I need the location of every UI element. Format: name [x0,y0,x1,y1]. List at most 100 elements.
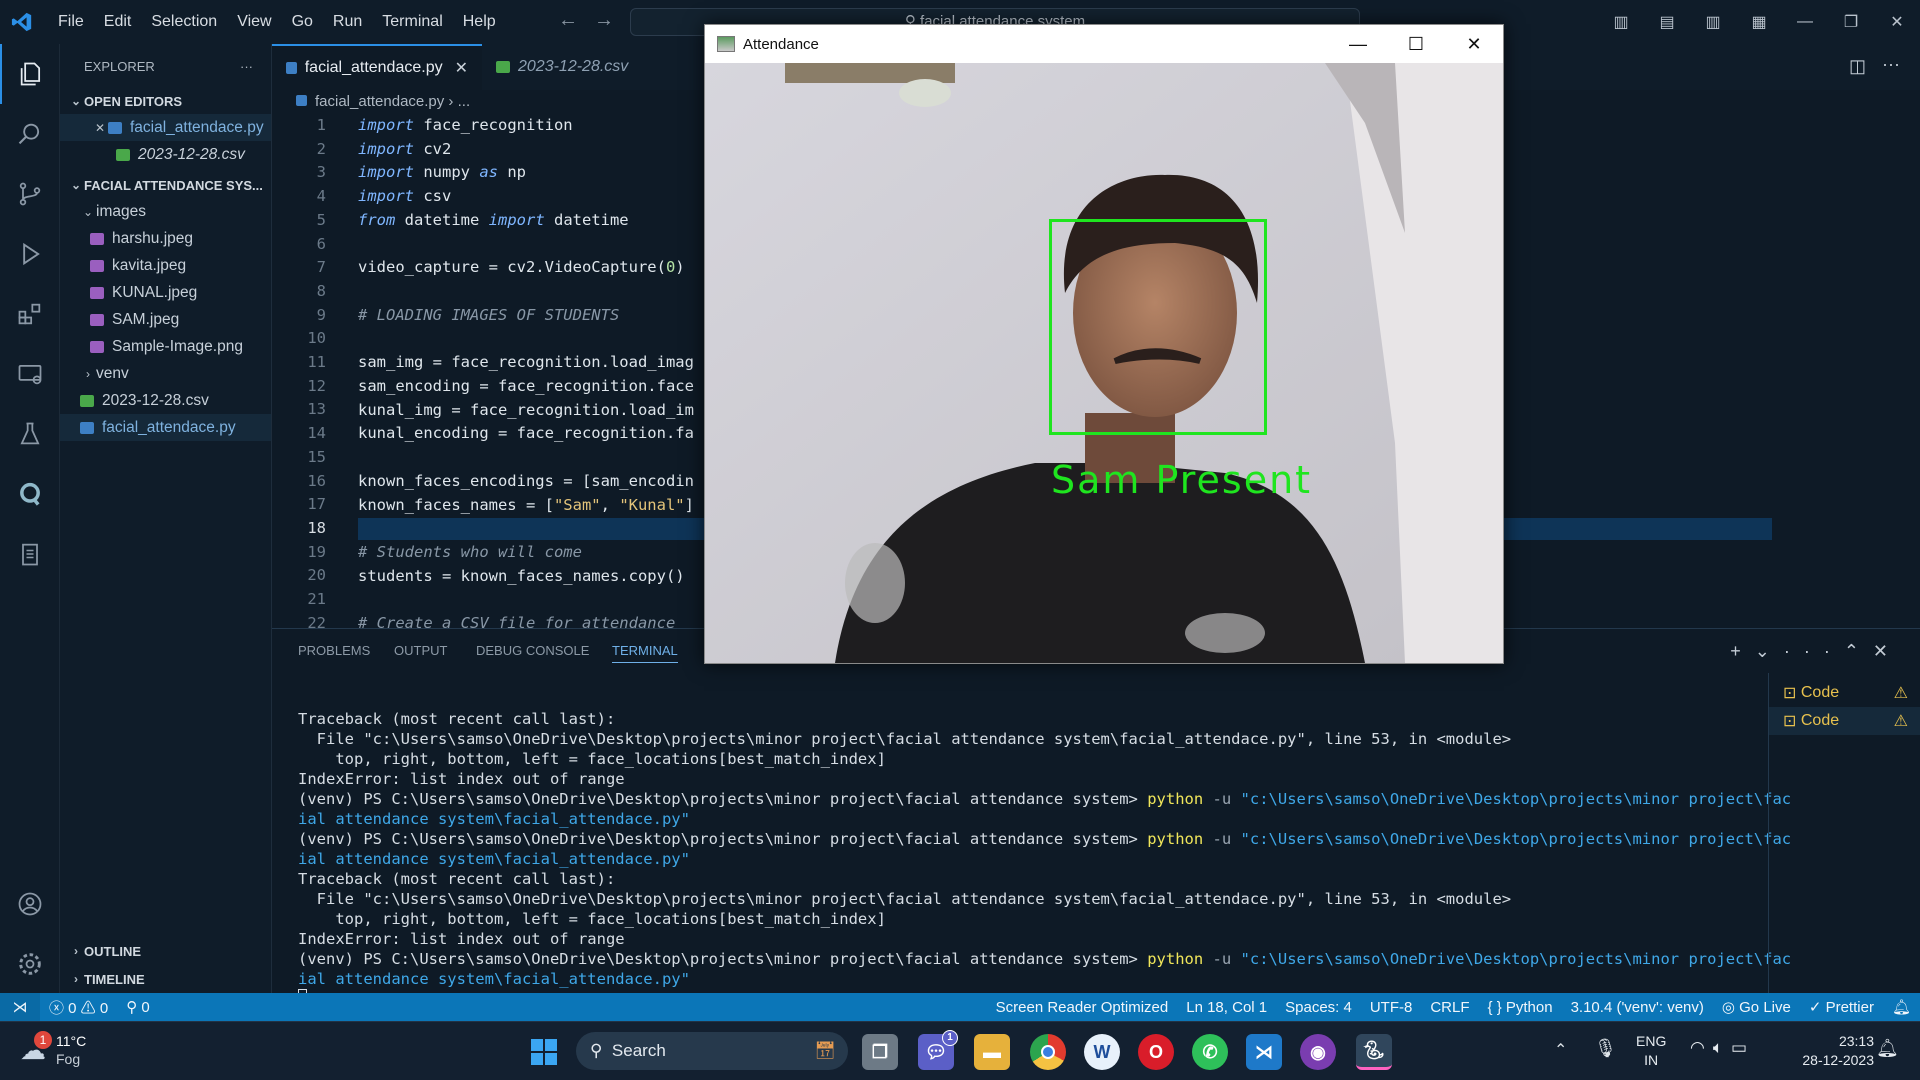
cursor-position[interactable]: Ln 18, Col 1 [1177,999,1276,1016]
attendance-window[interactable]: Attendance — ☐ ✕ Sam Present [704,24,1504,664]
open-editor-item[interactable]: ✕ facial_attendace.py [60,114,271,141]
close-icon[interactable]: ✕ [92,121,108,135]
outline-section[interactable]: › OUTLINE [60,938,141,964]
menu-run[interactable]: Run [333,13,362,31]
interpreter-status[interactable]: 3.10.4 ('venv': venv) [1562,999,1713,1016]
system-tray[interactable]: ◠🔈︎▭ [1690,1038,1755,1058]
whatsapp-icon[interactable]: ✆ [1192,1034,1228,1070]
remote-explorer-icon[interactable] [0,344,60,404]
more-actions-icon[interactable]: ··· [240,59,253,74]
ports-status[interactable]: ⚲ 0 [117,998,159,1016]
testing-icon[interactable] [0,404,60,464]
start-button[interactable] [526,1034,562,1070]
quokka-icon[interactable] [0,464,60,524]
chrome-icon[interactable] [1030,1034,1066,1070]
python-app-icon[interactable]: 🐍︎ [1356,1034,1392,1070]
tab-terminal[interactable]: TERMINAL [612,643,678,663]
minimize-icon[interactable]: — [1782,13,1828,31]
terminal-instance[interactable]: ⊡ Code ⚠ [1769,679,1920,707]
microphone-icon[interactable]: 🎙︎ [1594,1038,1617,1059]
extensions-icon[interactable] [0,284,60,344]
breadcrumb-symbol[interactable]: ... [458,93,471,110]
task-view-icon[interactable]: ❐ [862,1034,898,1070]
tab-debug-console[interactable]: DEBUG CONSOLE [476,643,589,658]
prettier-status[interactable]: ✓ Prettier [1800,998,1883,1016]
menu-go[interactable]: Go [292,13,313,31]
terminal-instance[interactable]: ⊡ Code ⚠ [1769,707,1920,735]
show-hidden-icons-icon[interactable]: ⌃ [1554,1040,1567,1060]
file-explorer-icon[interactable]: ▬ [974,1034,1010,1070]
forward-arrow-icon[interactable]: → [594,9,630,31]
notifications-bell-icon[interactable]: 🔔︎ [1883,998,1920,1016]
project-section[interactable]: ⌄ FACIAL ATTENDANCE SYS... [60,172,271,198]
file-item[interactable]: kavita.jpeg [60,252,271,279]
language-indicator[interactable]: ENG IN [1636,1032,1666,1070]
terminal-prompt-line: (venv) PS C:\Users\samso\OneDrive\Deskto… [298,790,1792,808]
go-live-status[interactable]: ◎ Go Live [1713,998,1800,1016]
close-panel-icon[interactable]: ✕ [1873,641,1902,661]
tab-problems[interactable]: PROBLEMS [298,643,370,658]
settings-gear-icon[interactable] [0,934,60,994]
chevron-down-icon[interactable]: ⌄ [1755,641,1784,661]
account-icon[interactable] [0,874,60,934]
file-item[interactable]: KUNAL.jpeg [60,279,271,306]
tab-output[interactable]: OUTPUT [394,643,447,658]
restore-icon[interactable]: ❐ [1828,12,1874,32]
source-control-icon[interactable] [0,164,60,224]
menu-help[interactable]: Help [463,13,496,31]
breadcrumb-file[interactable]: facial_attendace.py [315,93,444,110]
back-arrow-icon[interactable]: ← [558,9,594,31]
open-editors-section[interactable]: ⌄ OPEN EDITORS [60,88,271,114]
close-icon[interactable]: ✕ [1874,12,1920,32]
language-status[interactable]: { } Python [1479,999,1562,1016]
split-editor-icon[interactable]: ◫ [1849,56,1866,77]
clock[interactable]: 23:13 28-12-2023 [1790,1032,1874,1070]
run-debug-icon[interactable] [0,224,60,284]
file-item[interactable]: 2023-12-28.csv [60,387,271,414]
more-actions-icon[interactable]: ··· [1784,641,1844,661]
more-actions-icon[interactable]: ··· [1882,54,1900,75]
maximize-icon[interactable]: ☐ [1387,34,1445,55]
explorer-icon[interactable] [0,44,60,104]
minimize-icon[interactable]: — [1329,34,1387,55]
new-terminal-icon[interactable]: + [1730,641,1755,661]
word-app-icon[interactable]: W [1084,1034,1120,1070]
menu-view[interactable]: View [237,13,271,31]
customize-layout-icon[interactable]: ▦ [1736,12,1782,32]
vscode-taskbar-icon[interactable]: ⋊ [1246,1034,1282,1070]
notification-bell-icon[interactable]: 🔔︎ [1876,1038,1899,1059]
layout-secondary-icon[interactable]: ▥ [1690,12,1736,32]
teams-chat-icon[interactable]: 💬︎ 1 [918,1030,958,1070]
file-item-active[interactable]: facial_attendace.py [60,414,271,441]
tab-facial-attendace[interactable]: facial_attendace.py ✕ [272,44,482,90]
remote-indicator-icon[interactable]: ⋊ [0,993,40,1021]
menu-edit[interactable]: Edit [104,13,132,31]
menu-terminal[interactable]: Terminal [382,13,442,31]
encoding-status[interactable]: UTF-8 [1361,999,1422,1016]
menu-selection[interactable]: Selection [151,13,217,31]
opera-icon[interactable]: O [1138,1034,1174,1070]
close-icon[interactable]: ✕ [455,58,468,78]
clipboard-icon[interactable] [0,524,60,584]
weather-widget[interactable]: ☁︎ 1 11°C Fog [20,1030,86,1068]
timeline-section[interactable]: › TIMELINE [60,966,145,992]
indentation-status[interactable]: Spaces: 4 [1276,999,1361,1016]
file-item[interactable]: SAM.jpeg [60,306,271,333]
tab-csv[interactable]: 2023-12-28.csv [482,44,662,90]
file-item[interactable]: harshu.jpeg [60,225,271,252]
search-icon[interactable] [0,104,60,164]
layout-sidebar-icon[interactable]: ▥ [1598,12,1644,32]
maximize-panel-icon[interactable]: ⌃ [1844,641,1873,661]
eol-status[interactable]: CRLF [1421,999,1478,1016]
folder-venv[interactable]: › venv [60,360,271,387]
problems-status[interactable]: ⓧ 0 ⚠ 0 [40,997,117,1018]
file-item[interactable]: Sample-Image.png [60,333,271,360]
close-icon[interactable]: ✕ [1445,34,1503,55]
github-icon[interactable]: ◉ [1300,1034,1336,1070]
folder-images[interactable]: ⌄ images [60,198,271,225]
layout-panel-icon[interactable]: ▤ [1644,12,1690,32]
screen-reader-status[interactable]: Screen Reader Optimized [987,999,1178,1016]
taskbar-search[interactable]: ⚲ Search 📅︎ [576,1032,848,1070]
open-editor-item[interactable]: 2023-12-28.csv [60,141,271,168]
menu-file[interactable]: File [58,13,84,31]
